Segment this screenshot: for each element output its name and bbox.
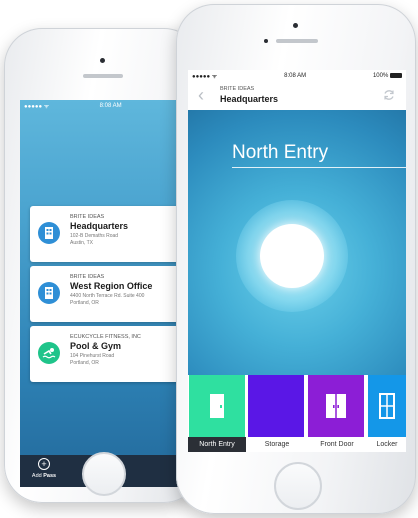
- unlock-button[interactable]: [260, 224, 324, 288]
- refresh-icon[interactable]: [382, 88, 396, 107]
- door-tile-north-entry[interactable]: [189, 375, 245, 437]
- home-button[interactable]: [274, 462, 322, 510]
- address-line-1: 102-B Demaths Road: [70, 233, 119, 239]
- pass-name: Headquarters: [70, 221, 129, 231]
- pass-card-headquarters[interactable]: BRITE IDEAS Headquarters 102-B Demaths R…: [30, 206, 190, 262]
- back-phone: ●●●●● ᯤ 8:08 AM BRITE IDEAS Headquarters…: [4, 28, 202, 503]
- door-label-front-door[interactable]: Front Door: [308, 437, 366, 452]
- pass-name: Pool & Gym: [70, 341, 122, 351]
- pass-address: 102-B Demaths Road Austin, TX: [70, 233, 118, 246]
- door-tile-storage[interactable]: [248, 375, 304, 437]
- signal-indicator: ●●●●● ᯤ: [24, 104, 50, 110]
- address-line-2: Portland, OR: [70, 359, 99, 366]
- door-label-locker[interactable]: Locker: [368, 437, 406, 452]
- building-icon: [38, 282, 60, 304]
- nav-title: Headquarters: [220, 94, 279, 104]
- pass-company: BRITE IDEAS: [70, 274, 105, 280]
- plus-circle-icon: +: [38, 458, 50, 470]
- signal-indicator: ●●●●● ᯤ: [192, 74, 218, 80]
- status-bar: ●●●●● ᯤ 8:08 AM 100%: [188, 70, 406, 82]
- navigation-bar: ‹ BRITE IDEAS Headquarters: [188, 82, 406, 111]
- door-icon: [210, 394, 224, 418]
- nav-company: BRITE IDEAS: [220, 86, 255, 92]
- add-pass-label: Add Pass: [31, 473, 57, 479]
- door-tile-front-door[interactable]: [308, 375, 364, 437]
- pass-card-pool-gym[interactable]: ECUKCYCLE FITNESS, INC Pool & Gym 104 Pi…: [30, 326, 190, 382]
- locker-icon: [379, 393, 395, 419]
- door-title-underline: [232, 167, 406, 168]
- status-time: 8:08 AM: [99, 103, 122, 109]
- address-line-2: Portland, OR: [70, 299, 99, 306]
- address-line-1: 4400 North Terrace Rd. Suite 400: [70, 293, 145, 299]
- pass-card-west-region-office[interactable]: BRITE IDEAS West Region Office 4400 Nort…: [30, 266, 190, 322]
- swimming-icon: [38, 342, 60, 364]
- battery-indicator: 100%: [373, 72, 402, 79]
- back-chevron-icon[interactable]: ‹: [198, 85, 204, 105]
- pass-address: 4400 North Terrace Rd. Suite 400 Portlan…: [70, 293, 144, 306]
- proximity-sensor: [264, 39, 268, 43]
- door-label-storage[interactable]: Storage: [248, 437, 306, 452]
- add-pass-button[interactable]: + Add Pass: [26, 458, 62, 479]
- front-phone-screen: ●●●●● ᯤ 8:08 AM 100% ‹ BRITE IDEAS Headq…: [188, 70, 406, 452]
- door-unlock-stage: North Entry: [188, 110, 406, 375]
- pass-name: West Region Office: [70, 281, 153, 291]
- building-icon: [38, 222, 60, 244]
- address-line-2: Austin, TX: [70, 239, 93, 246]
- pass-company: BRITE IDEAS: [70, 214, 105, 220]
- status-bar: ●●●●● ᯤ 8:08 AM: [20, 100, 190, 112]
- double-door-icon: [326, 394, 346, 418]
- status-time: 8:08 AM: [284, 73, 307, 79]
- front-camera: [100, 58, 105, 63]
- pass-address: 104 Pinehurst Road Portland, OR: [70, 353, 114, 366]
- front-camera: [293, 23, 298, 28]
- pass-company: ECUKCYCLE FITNESS, INC: [70, 334, 141, 340]
- door-tile-locker[interactable]: [368, 375, 406, 437]
- speaker-grille: [276, 39, 318, 43]
- speaker-grille: [83, 74, 123, 78]
- address-line-1: 104 Pinehurst Road: [70, 353, 115, 359]
- door-label-north-entry[interactable]: North Entry: [188, 437, 246, 452]
- door-title: North Entry: [232, 142, 329, 163]
- back-phone-screen: ●●●●● ᯤ 8:08 AM BRITE IDEAS Headquarters…: [20, 100, 190, 487]
- front-phone: ●●●●● ᯤ 8:08 AM 100% ‹ BRITE IDEAS Headq…: [176, 4, 416, 514]
- home-button[interactable]: [82, 452, 126, 496]
